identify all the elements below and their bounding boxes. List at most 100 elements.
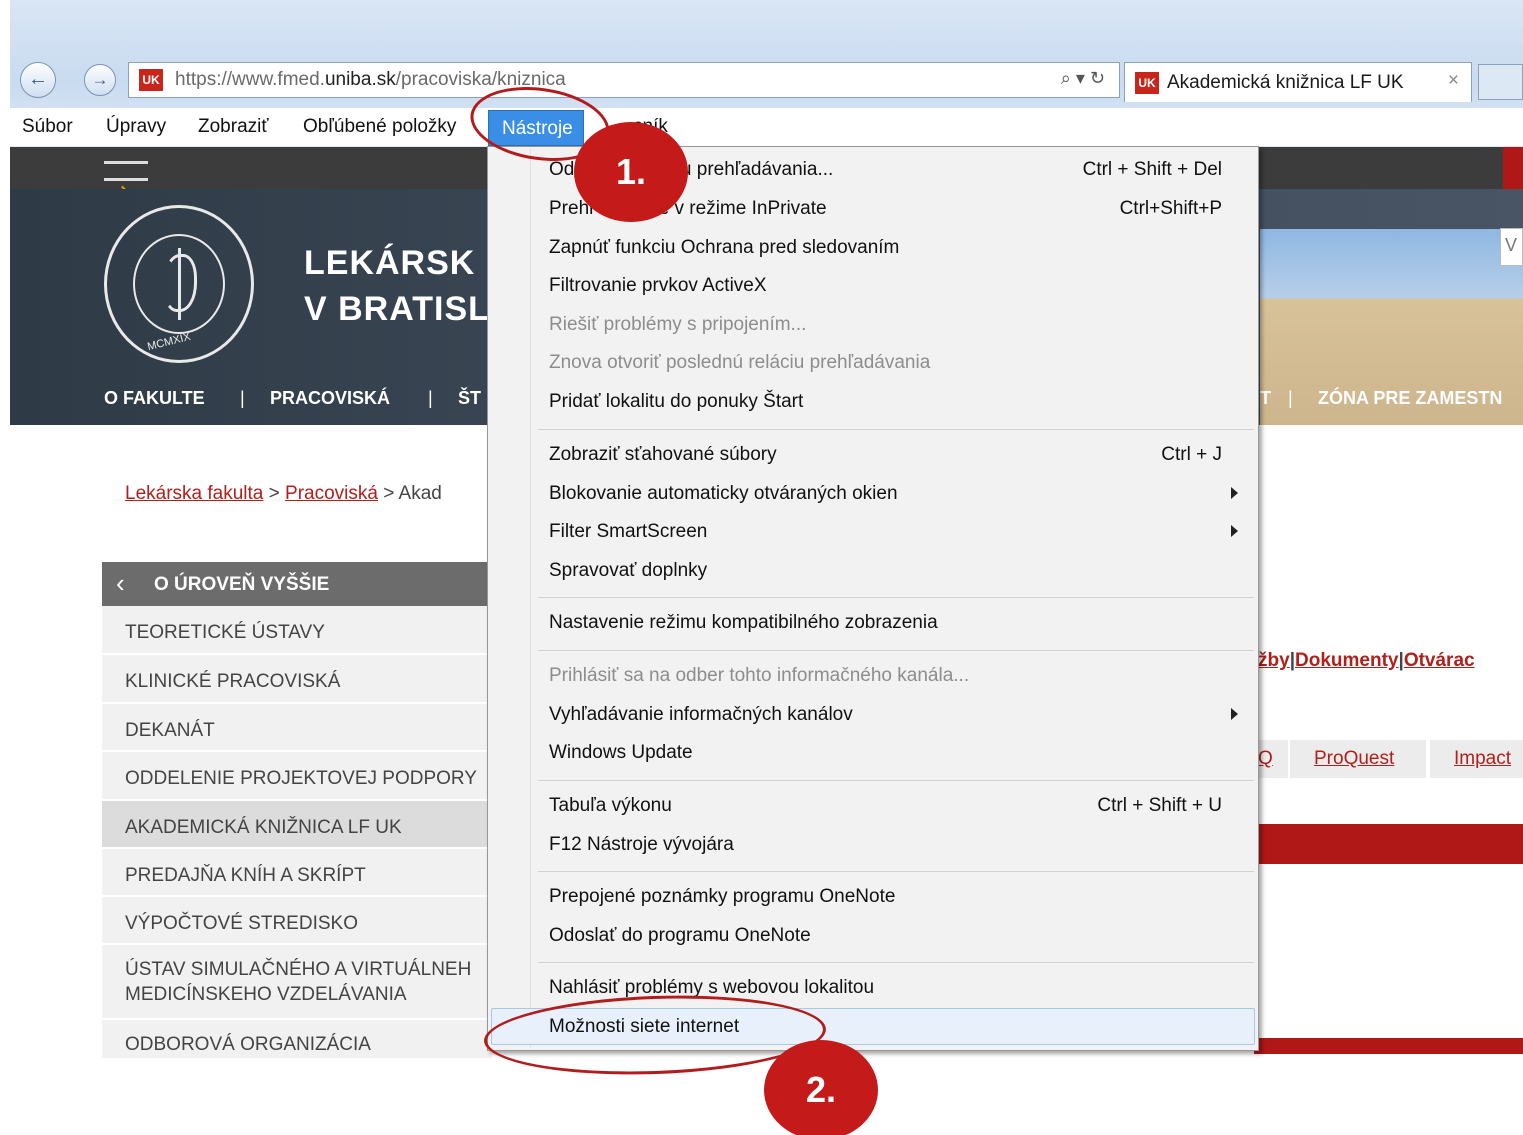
menu-separator [538, 780, 1254, 781]
db-tab-impact[interactable]: Impact [1428, 740, 1523, 778]
tools-dropdown-menu: Od riu prehľadávania... Ctrl + Shift + De… [487, 146, 1259, 1051]
forward-button[interactable]: → [84, 64, 116, 96]
nav-zona-pre-zamestnancov[interactable]: ZÓNA PRE ZAMESTN [1318, 388, 1502, 409]
sidebar-item-odborova-organizacia[interactable]: ODBOROVÁ ORGANIZÁCIA [102, 1020, 492, 1060]
sidebar-item-predajna-knih[interactable]: PREDAJŇA KNÍH A SKRÍPT [102, 849, 492, 897]
site-title-line1: LEKÁRSK [304, 244, 476, 282]
menu-item-fix-connection: Riešiť problémy s pripojením... [549, 314, 807, 335]
tab-close-icon[interactable]: × [1448, 70, 1459, 92]
sidebar-up-level[interactable]: ‹ O ÚROVEŇ VYŠŠIE [102, 562, 492, 606]
menu-item-compatibility-view[interactable]: Nastavenie režimu kompatibilného zobraze… [549, 612, 938, 634]
seal-snake-icon [163, 254, 197, 312]
browser-tab-active[interactable]: UK Akademická knižnica LF UK × [1124, 62, 1472, 102]
menu-item-add-to-start[interactable]: Pridať lokalitu do ponuky Štart [549, 391, 803, 413]
link-dokumenty[interactable]: Dokumenty [1295, 650, 1398, 671]
submenu-arrow-icon [1231, 487, 1238, 499]
db-tab-proquest[interactable]: ProQuest [1288, 740, 1426, 778]
menu-subor[interactable]: Súbor [22, 116, 73, 138]
annotation-badge-step1: 1. [574, 122, 688, 222]
site-favicon-icon: UK [139, 69, 163, 91]
menu-item-performance-dashboard[interactable]: Tabuľa výkonu [549, 795, 672, 817]
address-search-refresh-icon[interactable]: ⌕ ▾ ↻ [1061, 68, 1105, 89]
content-links: žby|Dokumenty|Otvárac [1258, 650, 1475, 672]
submenu-arrow-icon [1231, 525, 1238, 537]
sidebar-item-label: ÚSTAV SIMULAČNÉHO A VIRTUÁLNEH [125, 959, 472, 980]
sidebar-item-akademicka-kniznica[interactable]: AKADEMICKÁ KNIŽNICA LF UK [102, 801, 492, 849]
menu-separator [538, 597, 1254, 598]
shortcut-label: Ctrl+Shift+P [1119, 198, 1222, 219]
menu-item-reopen-session: Znova otvoriť poslednú reláciu prehľadáv… [549, 352, 931, 373]
menu-item-send-to-onenote[interactable]: Odoslať do programu OneNote [549, 925, 811, 947]
shortcut-label: Ctrl + J [1161, 444, 1222, 465]
menu-upravy[interactable]: Úpravy [106, 116, 166, 138]
sidebar-up-level-label: O ÚROVEŇ VYŠŠIE [154, 574, 330, 595]
menu-item-subscribe-feed: Prihlásiť sa na odber tohto informačného… [549, 665, 970, 686]
menu-item-tracking-protection[interactable]: Zapnúť funkciu Ochrana pred sledovaním [549, 237, 899, 259]
tab-favicon-icon: UK [1135, 72, 1159, 94]
breadcrumb-separator: > [263, 483, 286, 504]
breadcrumb-current: > Akad [377, 483, 442, 504]
sidebar-item-label: MEDICÍNSKEHO VZDELÁVANIA [125, 984, 407, 1005]
menu-gutter [530, 149, 531, 1048]
menu-separator [538, 429, 1254, 430]
menu-item-view-downloads[interactable]: Zobraziť sťahované súbory [549, 444, 777, 466]
menu-item-manage-addons[interactable]: Spravovať doplnky [549, 560, 707, 582]
url-prefix: https://www.fmed. [175, 69, 325, 90]
menu-item-f12-developer-tools[interactable]: F12 Nástroje vývojára [549, 834, 734, 856]
seal-year: MCMXIX [146, 330, 192, 354]
chevron-left-icon: ‹ [116, 568, 125, 598]
db-tab-partial[interactable]: Q [1254, 740, 1288, 778]
content-red-bar-bottom [1254, 1038, 1523, 1054]
sidebar-item-dekanat[interactable]: DEKANÁT [102, 704, 492, 752]
submenu-arrow-icon [1231, 708, 1238, 720]
site-title-line2: V BRATISL [304, 290, 490, 328]
menu-oblubene-polozky[interactable]: Obľúbené položky [303, 116, 456, 138]
back-arrow-icon: ← [28, 68, 48, 90]
menu-item-smartscreen[interactable]: Filter SmartScreen [549, 521, 707, 543]
breadcrumb-lekarska-fakulta[interactable]: Lekárska fakulta [125, 483, 263, 504]
site-search-input[interactable]: V [1500, 228, 1523, 266]
seal-inner-ring [133, 234, 225, 334]
back-button[interactable]: ← [20, 62, 56, 98]
menu-item-label-tail: e v režime InPrivate [658, 198, 827, 219]
sidebar-item-oddelenie-projektovej-podpory[interactable]: ODDELENIE PROJEKTOVEJ PODPORY [102, 752, 492, 801]
menu-item-label-tail: riu prehľadávania... [670, 159, 834, 180]
nav-separator: | [1288, 388, 1293, 408]
new-tab-button[interactable] [1478, 64, 1523, 100]
nav-hidden-item[interactable]: T [1260, 388, 1271, 409]
nav-separator: | [240, 388, 245, 408]
menu-item-feed-discovery[interactable]: Vyhľadávanie informačných kanálov [549, 704, 853, 726]
menu-item-windows-update[interactable]: Windows Update [549, 742, 693, 764]
sidebar-item-ustav-simulacneho[interactable]: ÚSTAV SIMULAČNÉHO A VIRTUÁLNEH MEDICÍNSK… [102, 945, 492, 1020]
sidebar-item-vypoctove-stredisko[interactable]: VÝPOČTOVÉ STREDISKO [102, 897, 492, 945]
sidebar-item-teoreticke-ustavy[interactable]: TEORETICKÉ ÚSTAVY [102, 606, 492, 655]
menu-zobrazit[interactable]: Zobraziť [198, 116, 268, 138]
nav-pracoviska[interactable]: PRACOVISKÁ [270, 388, 390, 409]
shortcut-label: Ctrl + Shift + U [1097, 795, 1222, 816]
url-domain: uniba.sk [324, 69, 396, 90]
forward-arrow-icon: → [91, 70, 109, 89]
menu-separator [538, 962, 1254, 963]
nav-o-fakulte[interactable]: O FAKULTE [104, 388, 205, 409]
menu-bar: Súbor Úpravy Zobraziť Obľúbené položky c… [0, 108, 1523, 146]
sidebar-item-klinicke-pracoviska[interactable]: KLINICKÉ PRACOVISKÁ [102, 655, 492, 704]
nav-separator: | [428, 388, 433, 408]
menu-item-popup-blocker[interactable]: Blokovanie automaticky otváraných okien [549, 483, 898, 505]
language-tab[interactable] [1503, 147, 1523, 189]
menu-separator [538, 650, 1254, 651]
breadcrumb-pracoviska[interactable]: Pracoviská [285, 483, 378, 504]
address-bar[interactable]: UK https://www.fmed.uniba.sk/pracoviska/… [128, 62, 1120, 98]
shortcut-label: Ctrl + Shift + Del [1082, 159, 1222, 180]
tab-title: Akademická knižnica LF UK [1167, 72, 1404, 93]
menu-item-activex-filtering[interactable]: Filtrovanie prvkov ActiveX [549, 275, 767, 297]
link-sluzby[interactable]: žby [1258, 650, 1290, 671]
link-otvaracie-hodiny[interactable]: Otvárac [1404, 650, 1475, 671]
menu-item-onenote-linked-notes[interactable]: Prepojené poznámky programu OneNote [549, 886, 895, 908]
annotation-badge-step2: 2. [764, 1040, 878, 1135]
menu-separator [538, 871, 1254, 872]
menu-lines-icon[interactable] [104, 161, 148, 181]
screenshot-root: ← → UK https://www.fmed.uniba.sk/pracovi… [0, 0, 1523, 1135]
nav-studium[interactable]: ŠT [458, 388, 481, 409]
faculty-seal-logo: MCMXIX [104, 205, 254, 363]
menu-item-label: Od [549, 159, 575, 180]
